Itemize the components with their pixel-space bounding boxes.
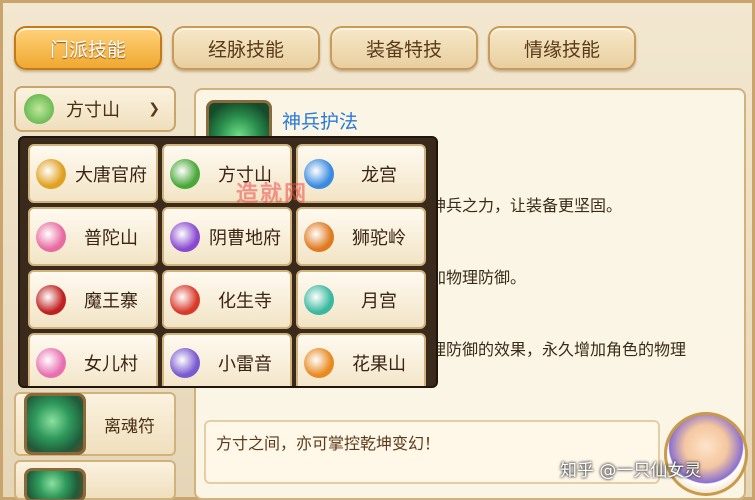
skill-list-item-label: 离魂符: [104, 416, 155, 437]
skill-desc-line: 加物理防御。: [430, 268, 527, 287]
fangcun-icon: [170, 158, 200, 189]
datang-icon: [36, 158, 66, 189]
skill-icon: [24, 468, 86, 500]
sect-option[interactable]: 龙宫: [296, 144, 426, 203]
sect-selector-popup: 大唐官府 方寸山 龙宫 普陀山 阴曹地府 狮驼岭 魔王寨 化生寺 月宫 女儿村 小雷音 花果山: [18, 136, 438, 388]
sect-option[interactable]: 小雷音: [162, 333, 292, 386]
sect-grid: 大唐官府 方寸山 龙宫 普陀山 阴曹地府 狮驼岭 魔王寨 化生寺 月宫 女儿村 小雷音 花果山: [28, 144, 430, 386]
skill-desc-line: 神兵之力，让装备更坚固。: [430, 196, 623, 215]
sect-option[interactable]: 女儿村: [28, 333, 158, 386]
sect-option[interactable]: 大唐官府: [28, 144, 158, 203]
sect-option-label: 龙宫: [361, 164, 397, 186]
skill-title: 神兵护法: [282, 111, 359, 133]
mowang-icon: [36, 284, 66, 315]
sect-dropdown-label: 方寸山: [66, 100, 120, 121]
yuegong-icon: [304, 284, 334, 315]
tab-equipment-skills[interactable]: 装备特技: [330, 26, 478, 70]
xiaoleiyin-icon: [170, 347, 200, 378]
skill-list-item[interactable]: 离魂符: [14, 392, 176, 456]
sect-option-label: 花果山: [352, 353, 406, 375]
sect-option-label: 普陀山: [84, 227, 138, 249]
skill-desc-line: 理防御的效果，永久增加角色的物理: [430, 340, 687, 359]
sect-option[interactable]: 月宫: [296, 270, 426, 329]
sect-option[interactable]: 魔王寨: [28, 270, 158, 329]
sect-dropdown[interactable]: 方寸山 ❯: [14, 86, 176, 132]
longgong-icon: [304, 158, 334, 189]
npc-dialogue-text: 方寸之间，亦可掌控乾坤变幻！: [216, 434, 441, 453]
tab-meridian-skills[interactable]: 经脉技能: [172, 26, 320, 70]
watermark: 知乎 @一只仙女灵: [560, 461, 702, 481]
sect-option-label: 魔王寨: [84, 290, 138, 312]
sect-option-label: 阴曹地府: [209, 227, 281, 249]
putuo-icon: [36, 221, 66, 252]
chevron-down-icon: ❯: [148, 101, 160, 117]
huaguo-icon: [304, 347, 334, 378]
sect-option-label: 化生寺: [218, 290, 272, 312]
sect-option-label: 狮驼岭: [352, 227, 406, 249]
sect-option[interactable]: 狮驼岭: [296, 207, 426, 266]
lihunfu-skill-icon: [24, 393, 86, 455]
sect-option-label: 大唐官府: [75, 164, 147, 186]
fangcun-sect-icon: [24, 94, 54, 124]
tab-sect-skills[interactable]: 门派技能: [14, 26, 162, 70]
shituo-icon: [304, 221, 334, 252]
yincao-icon: [170, 221, 200, 252]
tab-romance-skills[interactable]: 情缘技能: [488, 26, 636, 70]
skill-list-item[interactable]: [14, 460, 176, 500]
sect-option[interactable]: 普陀山: [28, 207, 158, 266]
overlay-watermark: 造就网: [236, 182, 309, 207]
nuer-icon: [36, 347, 66, 378]
sect-option-label: 女儿村: [84, 353, 138, 375]
sect-option[interactable]: 化生寺: [162, 270, 292, 329]
sect-option[interactable]: 阴曹地府: [162, 207, 292, 266]
sect-option[interactable]: 花果山: [296, 333, 426, 386]
sect-option-label: 小雷音: [218, 353, 272, 375]
npc-avatar[interactable]: [664, 412, 748, 496]
sect-option-label: 月宫: [361, 290, 397, 312]
huasheng-icon: [170, 284, 200, 315]
